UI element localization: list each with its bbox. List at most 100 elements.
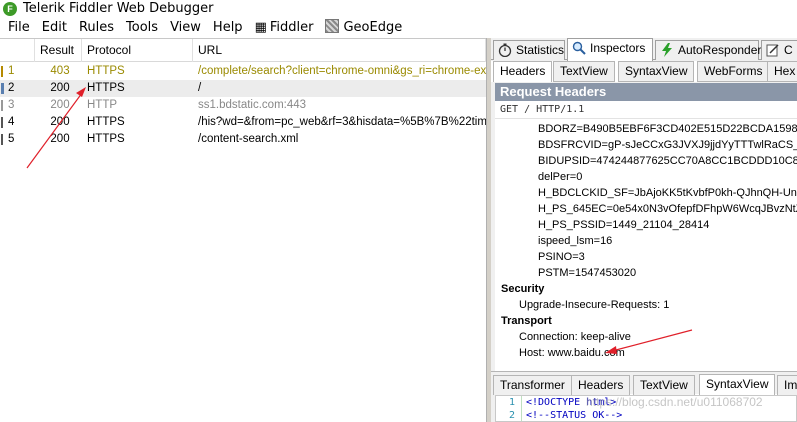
session-result: 200 — [50, 82, 70, 94]
session-selected-icon — [1, 83, 5, 94]
session-protocol: HTTPS — [87, 65, 125, 77]
column-header-protocol[interactable]: Protocol — [82, 39, 193, 62]
menu-geoedge[interactable]: GeoEdge — [319, 17, 408, 38]
compose-icon — [766, 44, 779, 57]
tab-textview[interactable]: TextView — [553, 61, 615, 82]
session-protocol: HTTP — [87, 99, 118, 111]
session-icon — [1, 66, 5, 77]
cookie-entry[interactable]: delPer=0 — [495, 169, 797, 185]
request-headers-title: Request Headers — [495, 83, 797, 101]
session-protocol: HTTPS — [87, 133, 125, 145]
tab-response-headers[interactable]: Headers — [571, 375, 631, 395]
cookie-entry[interactable]: PSINO=3 — [495, 249, 797, 265]
inspector-pane: Statistics Inspectors AutoResponder C He… — [491, 38, 797, 422]
session-result: 200 — [50, 133, 70, 145]
session-icon — [1, 100, 5, 111]
transport-group-heading[interactable]: Transport — [495, 313, 797, 329]
session-result: 403 — [50, 65, 70, 77]
header-tree: BDORZ=B490B5EBF6F3CD402E515D22BCDA1598 B… — [495, 119, 797, 361]
tab-response-syntaxview[interactable]: SyntaxView — [699, 374, 776, 395]
cookie-entry[interactable]: PSTM=1547453020 — [495, 265, 797, 281]
session-protocol: HTTPS — [87, 82, 125, 94]
menu-view[interactable]: View — [164, 17, 207, 38]
tab-statistics[interactable]: Statistics — [493, 40, 565, 60]
transport-header-entry[interactable]: Host: www.baidu.com — [495, 345, 797, 361]
geoedge-icon — [325, 19, 340, 33]
code-line: 2 <!--STATUS OK--> — [496, 409, 796, 421]
tab-composer[interactable]: C — [761, 40, 797, 60]
session-url: ss1.bdstatic.com:443 — [198, 99, 307, 111]
tab-statistics-label: Statistics — [516, 43, 565, 57]
session-row[interactable]: 1 403 HTTPS /complete/search?client=chro… — [0, 63, 486, 80]
response-code-view[interactable]: 1 <!DOCTYPE html> 2 <!--STATUS OK--> https… — [495, 395, 797, 422]
session-list: Result Protocol URL 1 403 HTTPS /complet… — [0, 38, 486, 422]
session-list-header: Result Protocol URL — [0, 39, 486, 62]
session-row[interactable]: 2 200 HTTPS / — [0, 80, 486, 97]
menu-fiddler[interactable]: ▦ Fiddler — [249, 17, 320, 38]
session-number: 4 — [8, 116, 15, 128]
code-text: <!--STATUS OK--> — [526, 410, 623, 421]
cookie-entry[interactable]: BIDUPSID=474244877625CC70A8CC1BCDDD10C8A… — [495, 153, 797, 169]
tab-autoresponder-label: AutoResponder — [678, 43, 762, 57]
request-line: GET / HTTP/1.1 — [495, 101, 797, 119]
session-row[interactable]: 4 200 HTTPS /his?wd=&from=pc_web&rf=3&hi… — [0, 114, 486, 131]
session-url: /complete/search?client=chrome-omni&gs_r… — [198, 65, 486, 77]
magnifier-icon — [572, 41, 586, 55]
fiddler-logo-icon: F — [3, 1, 17, 16]
security-header-entry[interactable]: Upgrade-Insecure-Requests: 1 — [495, 297, 797, 313]
cookie-entry[interactable]: ispeed_lsm=16 — [495, 233, 797, 249]
tab-autoresponder[interactable]: AutoResponder — [655, 40, 762, 60]
tool-tab-strip: Statistics Inspectors AutoResponder C — [491, 38, 797, 61]
request-headers-panel: Request Headers GET / HTTP/1.1 BDORZ=B49… — [495, 83, 797, 406]
cookie-entry[interactable]: H_PS_PSSID=1449_21104_28414 — [495, 217, 797, 233]
cookie-entry[interactable]: H_BDCLCKID_SF=JbAjoKK5tKvbfP0kh-QJhnQH-U… — [495, 185, 797, 201]
line-number: 2 — [496, 409, 522, 421]
session-protocol: HTTPS — [87, 116, 125, 128]
session-rows: 1 403 HTTPS /complete/search?client=chro… — [0, 63, 486, 148]
menu-help[interactable]: Help — [207, 17, 249, 38]
security-group-heading[interactable]: Security — [495, 281, 797, 297]
watermark: https://blog.csdn.net/u011068702 — [586, 395, 763, 409]
session-url: /content-search.xml — [198, 133, 299, 145]
window-title: Telerik Fiddler Web Debugger — [23, 1, 214, 16]
tab-response-textview[interactable]: TextView — [633, 375, 695, 395]
tab-inspectors[interactable]: Inspectors — [567, 38, 653, 61]
session-number: 2 — [8, 82, 15, 94]
session-number: 5 — [8, 133, 15, 145]
cookie-entry[interactable]: BDORZ=B490B5EBF6F3CD402E515D22BCDA1598 — [495, 121, 797, 137]
session-icon — [1, 117, 5, 128]
fiddler-grid-icon: ▦ — [254, 20, 267, 35]
menu-bar: File Edit Rules Tools View Help ▦ Fiddler… — [0, 17, 797, 38]
cookie-entry[interactable]: BDSFRCVID=gP-sJeCCxG3JVXJ9jjdYyTTTwlRaCS… — [495, 137, 797, 153]
tab-hex[interactable]: Hex — [767, 61, 797, 82]
inspector-tab-strip: Headers TextView SyntaxView WebForms Hex — [491, 61, 797, 82]
menu-geoedge-label: GeoEdge — [343, 20, 403, 35]
session-url: / — [198, 82, 202, 94]
menu-fiddler-label: Fiddler — [269, 20, 314, 35]
tab-syntaxview[interactable]: SyntaxView — [618, 61, 695, 82]
menu-edit[interactable]: Edit — [36, 17, 73, 38]
column-header-number[interactable] — [0, 39, 35, 62]
session-icon — [1, 134, 5, 145]
session-result: 200 — [50, 99, 70, 111]
column-header-url[interactable]: URL — [193, 39, 486, 62]
session-result: 200 — [50, 116, 70, 128]
tab-headers[interactable]: Headers — [493, 61, 553, 82]
tab-inspectors-label: Inspectors — [590, 41, 646, 55]
tab-webforms[interactable]: WebForms — [697, 61, 770, 82]
cookie-entry[interactable]: H_PS_645EC=0e54x0N3vOfepfDFhpW6WcqJBvzNt… — [495, 201, 797, 217]
session-row[interactable]: 3 200 HTTP ss1.bdstatic.com:443 — [0, 97, 486, 114]
title-bar: F Telerik Fiddler Web Debugger — [0, 0, 797, 17]
column-header-result[interactable]: Result — [35, 39, 82, 62]
session-row[interactable]: 5 200 HTTPS /content-search.xml — [0, 131, 486, 148]
menu-rules[interactable]: Rules — [73, 17, 120, 38]
stopwatch-icon — [498, 43, 512, 57]
tab-response-imageview[interactable]: Im — [777, 375, 797, 395]
lightning-icon — [662, 43, 672, 57]
session-url: /his?wd=&from=pc_web&rf=3&hisdata=%5B%7B… — [198, 116, 486, 128]
menu-file[interactable]: File — [2, 17, 36, 38]
line-number: 1 — [496, 396, 522, 409]
menu-tools[interactable]: Tools — [120, 17, 164, 38]
tab-transformer[interactable]: Transformer — [493, 375, 572, 395]
transport-header-entry[interactable]: Connection: keep-alive — [495, 329, 797, 345]
